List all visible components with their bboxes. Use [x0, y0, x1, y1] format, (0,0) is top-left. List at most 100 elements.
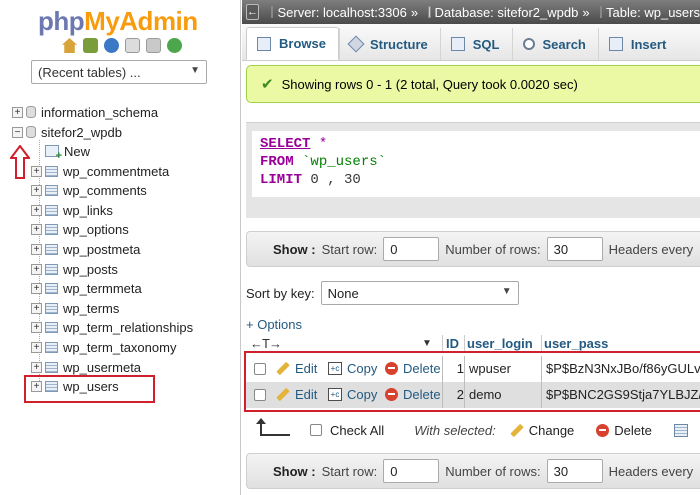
table-icon — [45, 224, 58, 236]
sort-arrow-icon[interactable]: ▼ — [422, 338, 432, 349]
sort-by-key: Sort by key: None ▼ — [246, 281, 519, 305]
database-icon — [428, 6, 431, 18]
column-header-user-login[interactable]: user_login — [467, 336, 533, 351]
sidebar-table-wp-commentmeta[interactable]: + wp_commentmeta — [31, 162, 169, 180]
server-icon — [271, 6, 274, 18]
chevron-down-icon: ▼ — [501, 286, 512, 297]
options-link[interactable]: + Options — [246, 317, 302, 332]
table-icon — [45, 243, 58, 255]
tree-db-sitefor2-wpdb[interactable]: − sitefor2_wpdb — [12, 123, 122, 141]
new-table-icon — [45, 145, 62, 162]
with-selected-bar: Check All With selected: Change Delete — [246, 418, 700, 442]
table-icon — [45, 165, 58, 177]
table-icon — [45, 283, 58, 295]
sidebar-table-wp-links[interactable]: + wp_links — [31, 201, 113, 219]
column-arrows-icon[interactable]: ←T→ — [250, 336, 282, 351]
sidebar-table-wp-term-taxonomy[interactable]: + wp_term_taxonomy — [31, 338, 176, 356]
nav-icon-bar — [62, 38, 182, 53]
sidebar-table-wp-terms[interactable]: + wp_terms — [31, 299, 119, 317]
check-all-label[interactable]: Check All — [330, 423, 384, 438]
expand-icon[interactable]: + — [31, 224, 42, 236]
tab-browse[interactable]: Browse — [246, 27, 339, 60]
breadcrumb-table[interactable]: Table: wp_users — [606, 5, 700, 20]
collapse-icon[interactable]: − — [12, 126, 23, 138]
sql-query-text[interactable]: SELECT * FROM `wp_users` LIMIT 0 , 30 — [252, 131, 700, 197]
reload-icon[interactable] — [167, 38, 182, 53]
sidebar-table-wp-users[interactable]: + wp_users — [31, 378, 119, 396]
sidebar-table-wp-comments[interactable]: + wp_comments — [31, 182, 147, 200]
database-icon — [26, 126, 36, 138]
column-header-id[interactable]: ID — [446, 336, 459, 351]
row-navigation-bottom: Show : Start row: 0 Number of rows: 30 H… — [246, 453, 700, 489]
start-row-input[interactable]: 0 — [383, 459, 440, 483]
expand-icon[interactable]: + — [31, 341, 42, 353]
tab-search[interactable]: Search — [511, 28, 598, 60]
number-of-rows-input[interactable]: 30 — [546, 237, 603, 261]
table-icon — [599, 6, 603, 18]
browse-icon — [257, 36, 271, 51]
table-icon — [45, 381, 58, 393]
insert-icon — [608, 37, 623, 51]
tree-db-information-schema[interactable]: + information_schema — [12, 103, 158, 121]
sql-query-box: SELECT * FROM `wp_users` LIMIT 0 , 30 — [246, 122, 700, 218]
export-icon[interactable] — [673, 423, 688, 437]
table-icon — [45, 185, 58, 197]
breadcrumb-server[interactable]: Server: localhost:3306 — [277, 5, 406, 20]
breadcrumb-database[interactable]: Database: sitefor2_wpdb — [435, 5, 579, 20]
expand-icon[interactable]: + — [31, 263, 42, 275]
navigation-panel: phpMyAdmin (Recent tables) ... ▼ + infor… — [0, 0, 241, 495]
tab-insert[interactable]: Insert — [597, 28, 678, 60]
success-message: ✔ Showing rows 0 - 1 (2 total, Query too… — [246, 65, 700, 103]
table-icon — [45, 361, 58, 373]
sort-by-key-select[interactable]: None ▼ — [320, 281, 519, 305]
check-all-arrow-icon — [256, 418, 290, 436]
expand-icon[interactable]: + — [31, 185, 42, 197]
expand-icon[interactable]: + — [31, 302, 42, 314]
start-row-input[interactable]: 0 — [383, 237, 440, 261]
row-navigation-top: Show : Start row: 0 Number of rows: 30 H… — [246, 231, 700, 267]
home-icon[interactable] — [62, 38, 77, 53]
search-icon — [522, 38, 535, 50]
phpmyadmin-logo[interactable]: phpMyAdmin — [38, 6, 198, 37]
expand-icon[interactable]: + — [31, 322, 42, 334]
sidebar-table-wp-posts[interactable]: + wp_posts — [31, 260, 118, 278]
documentation-icon[interactable] — [125, 38, 140, 53]
expand-icon[interactable]: + — [31, 165, 42, 177]
structure-icon — [347, 35, 365, 53]
sidebar-table-wp-options[interactable]: + wp_options — [31, 221, 129, 239]
table-icon — [45, 204, 58, 216]
recent-tables-select[interactable]: (Recent tables) ... ▼ — [31, 60, 207, 84]
delete-selected-button[interactable]: Delete — [596, 423, 652, 438]
number-of-rows-input[interactable]: 30 — [546, 459, 603, 483]
tree-new-table[interactable]: New — [45, 142, 90, 162]
column-header-user-pass[interactable]: user_pass — [544, 336, 608, 351]
check-all-checkbox[interactable] — [310, 424, 322, 436]
table-icon — [45, 341, 58, 353]
main-panel: ← Server: localhost:3306 » Database: sit… — [242, 0, 700, 495]
tab-bar: Browse Structure SQL Search Insert — [242, 24, 700, 61]
database-icon — [26, 106, 36, 118]
sidebar-table-wp-term-relationships[interactable]: + wp_term_relationships — [31, 319, 193, 337]
table-icon — [45, 322, 58, 334]
sidebar-table-wp-termmeta[interactable]: + wp_termmeta — [31, 280, 142, 298]
checkmark-icon: ✔ — [261, 76, 274, 93]
expand-icon[interactable]: + — [31, 283, 42, 295]
change-button[interactable]: Change — [510, 423, 574, 438]
sidebar-table-wp-usermeta[interactable]: + wp_usermeta — [31, 358, 141, 376]
back-arrow-icon[interactable]: ← — [246, 4, 259, 20]
expand-icon[interactable]: + — [31, 243, 42, 255]
logout-icon[interactable] — [83, 38, 98, 53]
settings-icon[interactable] — [146, 38, 161, 53]
help-icon[interactable] — [104, 38, 119, 53]
table-icon — [45, 302, 58, 314]
tab-structure[interactable]: Structure — [338, 28, 440, 60]
expand-icon[interactable]: + — [31, 381, 42, 393]
sidebar-table-wp-postmeta[interactable]: + wp_postmeta — [31, 240, 140, 258]
red-up-arrow-annotation — [10, 145, 30, 179]
expand-icon[interactable]: + — [31, 204, 42, 216]
highlight-box-rows — [244, 351, 700, 412]
tab-sql[interactable]: SQL — [439, 28, 512, 60]
expand-icon[interactable]: + — [31, 361, 42, 373]
table-icon — [45, 263, 58, 275]
expand-icon[interactable]: + — [12, 106, 23, 118]
